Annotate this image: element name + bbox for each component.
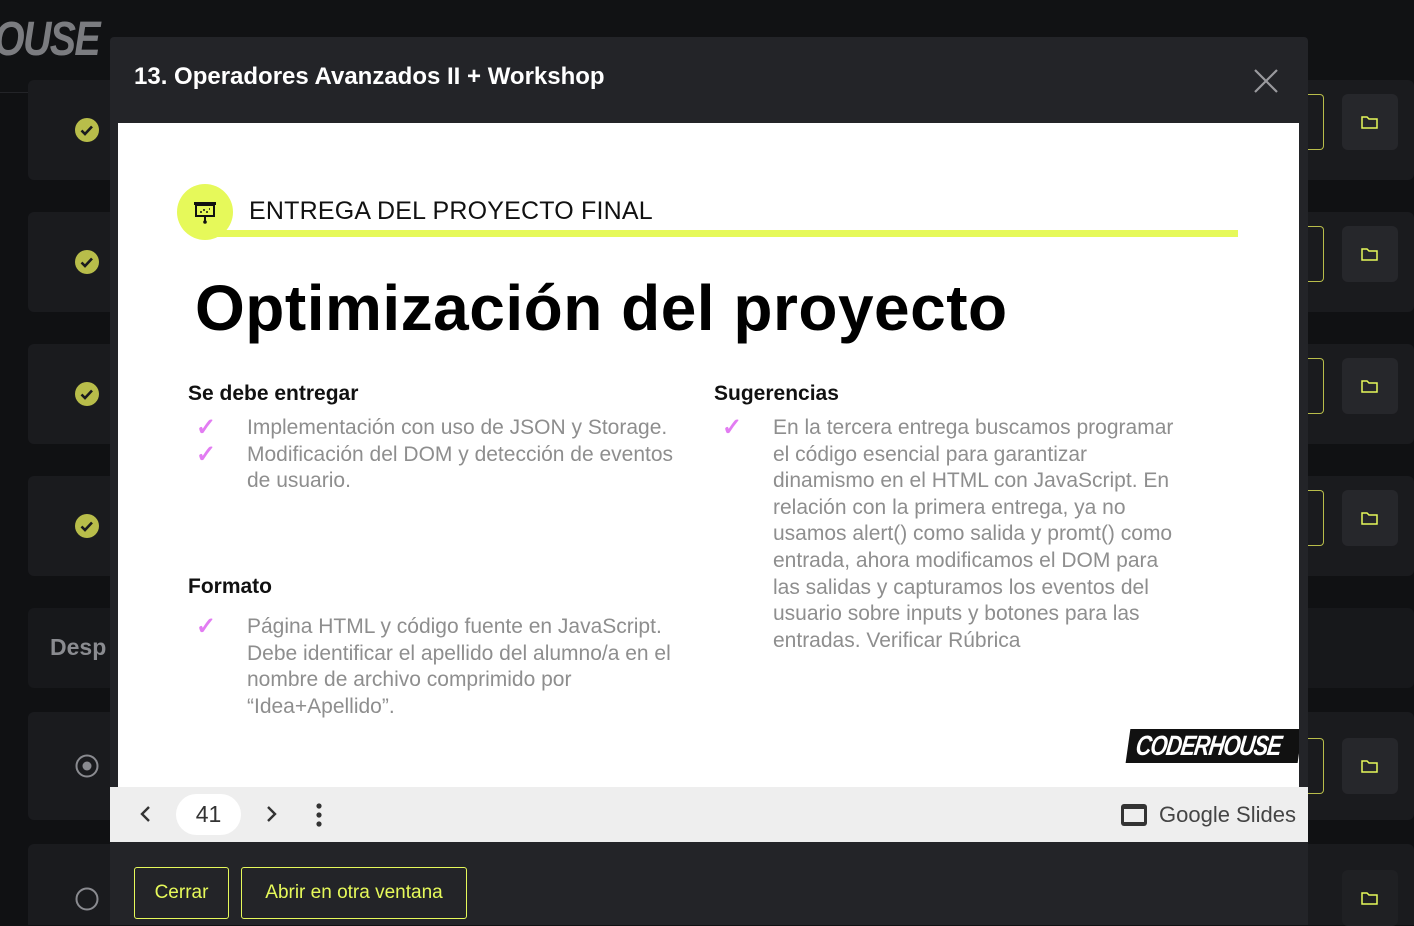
site-logo[interactable]: OUSE — [0, 12, 101, 67]
modal-title: 13. Operadores Avanzados II + Workshop — [134, 63, 605, 90]
list-item: ✓ Página HTML y código fuente en JavaScri… — [196, 613, 671, 718]
check-icon: ✓ — [722, 414, 743, 441]
deliverables-heading: Se debe entregar — [188, 382, 359, 405]
chevron-right-icon[interactable] — [257, 800, 285, 828]
section-underline — [208, 230, 1238, 237]
coderhouse-logo: CODERHOUSE — [1125, 729, 1299, 763]
more-vertical-icon[interactable] — [310, 801, 328, 829]
page-number[interactable]: 41 — [176, 794, 241, 835]
check-circle-icon — [75, 118, 99, 142]
section-badge — [177, 184, 233, 240]
check-circle-icon — [75, 250, 99, 274]
check-icon: ✓ — [196, 440, 217, 468]
folder-icon — [1361, 380, 1378, 393]
deliverables-list: ✓ Implementación con uso de JSON y Storag… — [188, 414, 688, 495]
presentation-icon — [194, 202, 216, 224]
suggestions-heading: Sugerencias — [714, 382, 839, 405]
open-new-window-button[interactable]: Abrir en otra ventana — [241, 867, 467, 919]
google-slides-link[interactable]: Google Slides — [1159, 802, 1296, 828]
check-icon: ✓ — [196, 613, 217, 640]
folder-button[interactable] — [1342, 738, 1398, 794]
format-heading: Formato — [188, 575, 272, 598]
presentation-modal: 13. Operadores Avanzados II + Workshop E… — [110, 37, 1308, 925]
radio-dot-icon — [75, 754, 99, 778]
format-list: ✓ Página HTML y código fuente en JavaScri… — [188, 613, 698, 720]
folder-button[interactable] — [1342, 94, 1398, 150]
list-item: ✓ Modificación del DOM y detección de eve… — [196, 440, 674, 493]
folder-button[interactable] — [1342, 226, 1398, 282]
section-label: ENTREGA DEL PROYECTO FINAL — [249, 197, 653, 225]
close-icon[interactable] — [1250, 65, 1282, 97]
folder-button[interactable] — [1342, 490, 1398, 546]
slide-title: Optimización del proyecto — [195, 272, 1008, 344]
check-circle-icon — [75, 514, 99, 538]
folder-button[interactable] — [1342, 358, 1398, 414]
folder-button[interactable] — [1342, 870, 1398, 926]
list-item: ✓ En la tercera entrega buscamos programa… — [722, 414, 1174, 652]
folder-icon — [1361, 892, 1378, 905]
slide-content: ENTREGA DEL PROYECTO FINAL Optimización … — [118, 123, 1299, 787]
folder-icon — [1361, 760, 1378, 773]
folder-icon — [1361, 116, 1378, 129]
empty-circle-icon — [75, 887, 99, 911]
check-circle-icon — [75, 382, 99, 406]
check-icon: ✓ — [196, 414, 217, 441]
list-item: ✓ Implementación con uso de JSON y Storag… — [196, 414, 668, 441]
google-slides-icon[interactable] — [1120, 801, 1148, 829]
slides-toolbar: 41 Google Slides — [110, 787, 1308, 842]
chevron-left-icon[interactable] — [132, 800, 160, 828]
close-button[interactable]: Cerrar — [134, 867, 229, 919]
suggestions-list: ✓ En la tercera entrega buscamos programa… — [714, 414, 1184, 654]
folder-icon — [1361, 248, 1378, 261]
section-title: Desp — [50, 634, 107, 660]
folder-icon — [1361, 512, 1378, 525]
